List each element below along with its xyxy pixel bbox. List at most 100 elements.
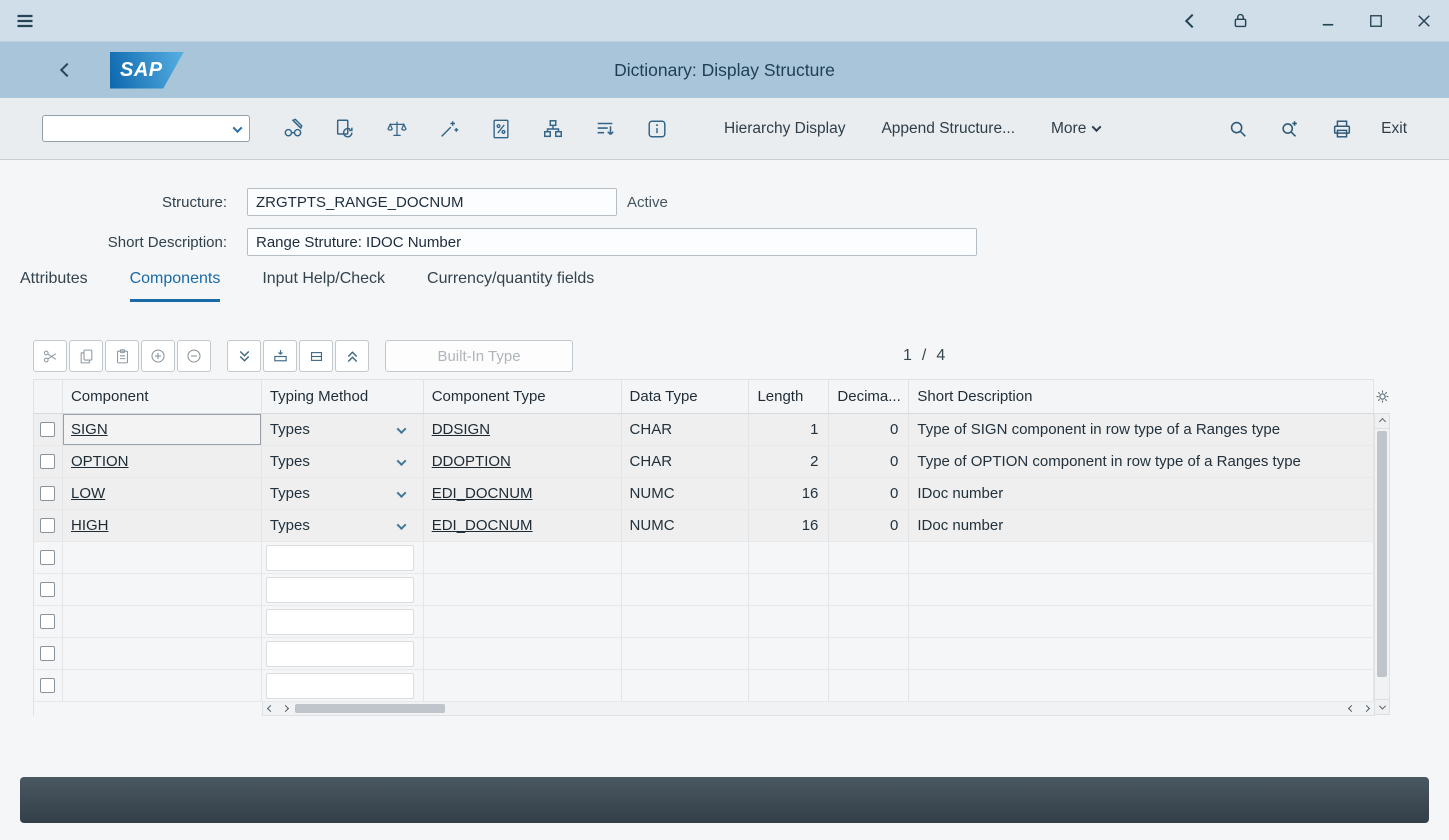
table-settings-gear-icon[interactable] [1375, 379, 1390, 413]
typing-method-cell[interactable]: Types [262, 414, 424, 445]
refresh-object-icon[interactable] [334, 118, 356, 140]
scroll-down-button[interactable] [1374, 699, 1390, 715]
back-icon[interactable] [1181, 10, 1203, 32]
horizontal-scrollbar-thumb[interactable] [295, 704, 445, 713]
component-type-link[interactable]: DDOPTION [432, 453, 511, 470]
component-cell[interactable]: HIGH [63, 510, 262, 541]
row-checkbox[interactable] [40, 646, 55, 661]
header-data-type[interactable]: Data Type [622, 380, 750, 413]
close-button[interactable] [1413, 10, 1435, 32]
chevron-down-icon[interactable] [234, 120, 241, 137]
display-change-icon[interactable] [282, 118, 304, 140]
command-field[interactable] [42, 115, 250, 142]
table-row-empty [34, 638, 1374, 670]
row-checkbox[interactable] [40, 518, 55, 533]
search-icon[interactable] [1227, 118, 1249, 140]
chevron-down-icon[interactable] [398, 421, 405, 438]
component-cell[interactable]: OPTION [63, 446, 262, 477]
hierarchy-icon[interactable] [542, 118, 564, 140]
vertical-scrollbar-thumb[interactable] [1377, 431, 1387, 677]
chevron-down-icon[interactable] [398, 485, 405, 502]
component-type-cell[interactable]: DDSIGN [424, 414, 622, 445]
scroll-to-top-button[interactable] [335, 340, 369, 372]
component-link[interactable]: LOW [71, 485, 105, 502]
cut-button[interactable] [33, 340, 67, 372]
horizontal-scrollbar[interactable] [262, 702, 1375, 716]
vertical-scrollbar[interactable] [1374, 429, 1390, 699]
copy-button[interactable] [69, 340, 103, 372]
info-icon[interactable] [646, 118, 668, 140]
scroll-up-button[interactable] [1374, 413, 1390, 429]
header-component[interactable]: Component [63, 380, 262, 413]
scroll-left-button[interactable] [263, 703, 278, 715]
typing-method-cell[interactable]: Types [262, 446, 424, 477]
component-type-link[interactable]: DDSIGN [432, 421, 490, 438]
component-type-cell[interactable]: EDI_DOCNUM [424, 510, 622, 541]
component-cell[interactable]: LOW [63, 478, 262, 509]
header-typing-method[interactable]: Typing Method [262, 380, 424, 413]
typing-method-cell[interactable]: Types [262, 510, 424, 541]
typing-method-field[interactable] [266, 577, 414, 603]
structure-name-field[interactable] [247, 188, 617, 216]
sort-icon[interactable] [594, 118, 616, 140]
built-in-type-button[interactable]: Built-In Type [385, 340, 573, 372]
row-checkbox[interactable] [40, 454, 55, 469]
tab-input-help-check[interactable]: Input Help/Check [262, 270, 385, 302]
select-block-button[interactable] [299, 340, 333, 372]
scroll-right-button[interactable] [278, 703, 293, 715]
row-checkbox[interactable] [40, 678, 55, 693]
maximize-button[interactable] [1365, 10, 1387, 32]
typing-method-field[interactable] [266, 641, 414, 667]
command-input[interactable] [51, 121, 234, 137]
row-checkbox[interactable] [40, 486, 55, 501]
menu-hamburger-icon[interactable] [14, 10, 36, 32]
header-short-description[interactable]: Short Description [909, 380, 1374, 413]
header-length[interactable]: Length [749, 380, 829, 413]
compare-icon[interactable] [386, 118, 408, 140]
insert-line-button[interactable] [263, 340, 297, 372]
paste-button[interactable] [105, 340, 139, 372]
row-checkbox[interactable] [40, 422, 55, 437]
remove-row-button[interactable] [177, 340, 211, 372]
chevron-down-icon[interactable] [398, 517, 405, 534]
component-cell[interactable]: SIGN [63, 414, 262, 445]
chevron-down-icon[interactable] [398, 453, 405, 470]
search-plus-icon[interactable] [1279, 118, 1301, 140]
typing-method-cell[interactable]: Types [262, 478, 424, 509]
component-type-link[interactable]: EDI_DOCNUM [432, 517, 533, 534]
where-used-icon[interactable] [438, 118, 460, 140]
short-description-field[interactable] [247, 228, 977, 256]
exit-button[interactable]: Exit [1381, 120, 1407, 138]
component-type-link[interactable]: EDI_DOCNUM [432, 485, 533, 502]
minimize-button[interactable] [1317, 10, 1339, 32]
row-checkbox[interactable] [40, 614, 55, 629]
scroll-to-bottom-button[interactable] [227, 340, 261, 372]
header-component-type[interactable]: Component Type [424, 380, 622, 413]
row-checkbox[interactable] [40, 582, 55, 597]
component-type-cell[interactable]: DDOPTION [424, 446, 622, 477]
typing-method-field[interactable] [266, 609, 414, 635]
hierarchy-display-button[interactable]: Hierarchy Display [724, 120, 845, 138]
data-type-cell: CHAR [622, 414, 750, 445]
add-row-button[interactable] [141, 340, 175, 372]
tab-currency-quantity-fields[interactable]: Currency/quantity fields [427, 270, 594, 302]
scroll-right-button[interactable] [1359, 703, 1374, 715]
table-row: OPTION Types DDOPTION CHAR 2 0 Type of O… [34, 446, 1374, 478]
component-type-cell[interactable]: EDI_DOCNUM [424, 478, 622, 509]
append-structure-button[interactable]: Append Structure... [881, 120, 1015, 138]
header-select-all[interactable] [34, 380, 63, 413]
row-checkbox[interactable] [40, 550, 55, 565]
typing-method-field[interactable] [266, 545, 414, 571]
component-link[interactable]: SIGN [71, 421, 108, 438]
lock-icon[interactable] [1229, 10, 1251, 32]
component-link[interactable]: HIGH [71, 517, 109, 534]
header-decimals[interactable]: Decima... [829, 380, 909, 413]
more-menu-button[interactable]: More [1051, 120, 1100, 138]
print-icon[interactable] [1331, 118, 1353, 140]
runtime-object-icon[interactable] [490, 118, 512, 140]
component-link[interactable]: OPTION [71, 453, 129, 470]
scroll-left-button[interactable] [1344, 703, 1359, 715]
typing-method-field[interactable] [266, 673, 414, 699]
tab-components[interactable]: Components [130, 270, 221, 302]
tab-attributes[interactable]: Attributes [20, 270, 88, 302]
